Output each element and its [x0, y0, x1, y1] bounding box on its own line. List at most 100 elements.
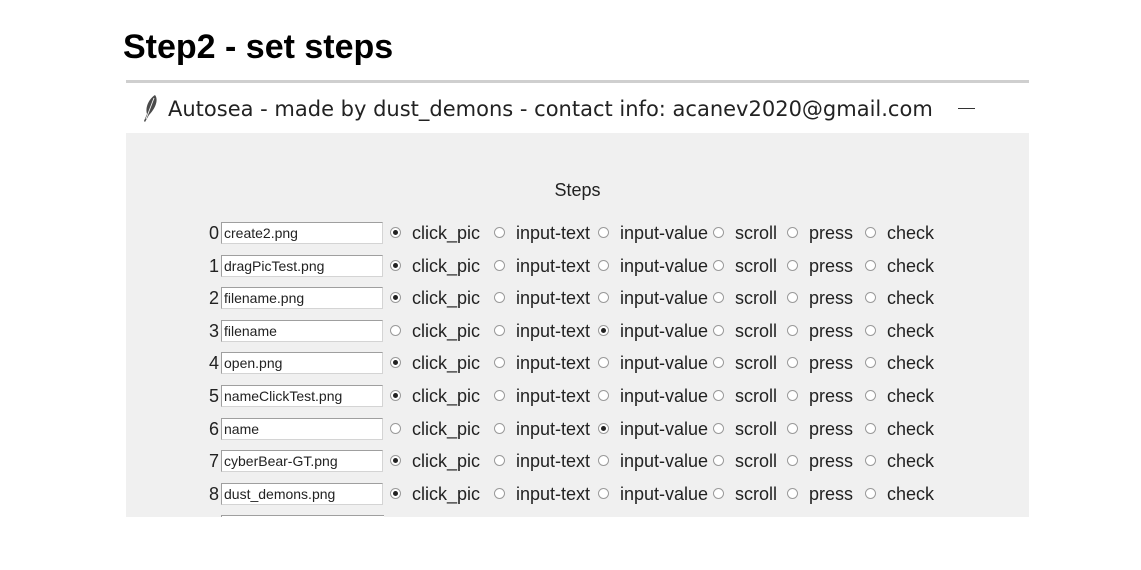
option-label: input-text: [516, 386, 591, 406]
title-bar: Autosea - made by dust_demons - contact …: [126, 83, 1029, 133]
step-value-input[interactable]: [221, 319, 383, 342]
radio-button[interactable]: [865, 227, 876, 238]
radio-button[interactable]: [494, 227, 505, 238]
radio-button[interactable]: [713, 422, 724, 434]
radio-button[interactable]: [787, 227, 798, 238]
step-value-input[interactable]: [221, 222, 383, 244]
radio-button[interactable]: [598, 259, 609, 271]
option-label: input-value: [620, 255, 709, 276]
radio-button[interactable]: [390, 390, 401, 401]
radio-button[interactable]: [598, 292, 609, 304]
option-label: scroll: [735, 320, 778, 341]
radio-button[interactable]: [390, 292, 401, 304]
radio-button[interactable]: [865, 324, 876, 336]
radio-button[interactable]: [787, 390, 798, 401]
radio-button[interactable]: [787, 292, 798, 304]
radio-button[interactable]: [787, 487, 798, 499]
radio-button[interactable]: [598, 324, 609, 336]
steps-label: Steps: [554, 180, 601, 200]
radio-button[interactable]: [865, 259, 876, 271]
radio-button[interactable]: [865, 292, 876, 304]
steps-panel: Steps 0 click_pic input-text input-value scr…: [126, 133, 1029, 517]
radio-button[interactable]: [713, 324, 724, 336]
step-value-input[interactable]: [221, 287, 383, 310]
radio-button[interactable]: [598, 455, 609, 467]
step-row: 8 click_pic input-text input-value scroll pre…: [126, 480, 1029, 512]
option-label: press: [809, 223, 854, 243]
option-label: scroll: [735, 451, 778, 472]
radio-button[interactable]: [598, 227, 609, 238]
option-label: input-text: [516, 288, 591, 309]
radio-button[interactable]: [494, 292, 505, 304]
option-label: press: [809, 418, 854, 439]
partial-step-input[interactable]: [221, 515, 384, 517]
option-label: scroll: [735, 223, 778, 243]
step-index: 6: [208, 418, 219, 439]
option-label: scroll: [735, 255, 778, 276]
option-label: input-value: [620, 418, 709, 439]
radio-button[interactable]: [390, 487, 401, 499]
radio-button[interactable]: [390, 422, 401, 434]
option-label: press: [809, 353, 854, 374]
step-value-input[interactable]: [221, 254, 383, 277]
radio-button[interactable]: [713, 390, 724, 401]
radio-button[interactable]: [865, 455, 876, 467]
step-value-input[interactable]: [221, 352, 383, 375]
option-label: click_pic: [412, 386, 481, 406]
radio-button[interactable]: [494, 324, 505, 336]
radio-button[interactable]: [713, 259, 724, 271]
option-label: check: [887, 353, 935, 374]
radio-button[interactable]: [787, 259, 798, 271]
radio-button[interactable]: [713, 455, 724, 467]
radio-button[interactable]: [494, 487, 505, 499]
step-index: 2: [208, 288, 219, 309]
radio-button[interactable]: [494, 390, 505, 401]
option-label: click_pic: [412, 418, 481, 439]
step-row: 0 click_pic input-text input-value scroll pre…: [126, 219, 1029, 251]
step-value-input[interactable]: [221, 385, 383, 407]
radio-button[interactable]: [494, 455, 505, 467]
radio-button[interactable]: [390, 227, 401, 238]
radio-button[interactable]: [713, 487, 724, 499]
radio-button[interactable]: [598, 357, 609, 369]
radio-button[interactable]: [390, 259, 401, 271]
radio-button[interactable]: [787, 324, 798, 336]
step-index: 3: [208, 320, 219, 341]
option-label: click_pic: [412, 255, 481, 276]
radio-button[interactable]: [494, 422, 505, 434]
radio-button[interactable]: [390, 357, 401, 369]
step-value-input[interactable]: [221, 417, 383, 440]
minimize-button[interactable]: [950, 95, 984, 121]
option-label: input-text: [516, 353, 591, 374]
radio-button[interactable]: [787, 357, 798, 369]
radio-button[interactable]: [598, 487, 609, 499]
slide-title: Step2 - set steps: [123, 28, 394, 66]
radio-button[interactable]: [787, 422, 798, 434]
radio-button[interactable]: [390, 324, 401, 336]
radio-button[interactable]: [865, 487, 876, 499]
radio-button[interactable]: [865, 390, 876, 401]
radio-button[interactable]: [713, 292, 724, 304]
radio-button[interactable]: [390, 455, 401, 467]
option-label: input-value: [620, 483, 709, 504]
radio-button[interactable]: [713, 227, 724, 238]
radio-button[interactable]: [713, 357, 724, 369]
step-value-input[interactable]: [221, 482, 383, 505]
radio-button[interactable]: [865, 422, 876, 434]
option-label: scroll: [735, 386, 778, 406]
option-label: scroll: [735, 353, 778, 374]
step-index: 1: [208, 255, 219, 276]
option-label: press: [809, 451, 854, 472]
radio-button[interactable]: [865, 357, 876, 369]
radio-button[interactable]: [598, 390, 609, 401]
option-label: input-text: [516, 418, 591, 439]
step-value-input[interactable]: [221, 450, 383, 473]
step-index: 4: [208, 353, 219, 374]
radio-button[interactable]: [787, 455, 798, 467]
feather-icon: [144, 95, 157, 122]
option-label: scroll: [735, 418, 778, 439]
option-label: click_pic: [412, 288, 481, 309]
radio-button[interactable]: [598, 422, 609, 434]
radio-button[interactable]: [494, 259, 505, 271]
radio-button[interactable]: [494, 357, 505, 369]
